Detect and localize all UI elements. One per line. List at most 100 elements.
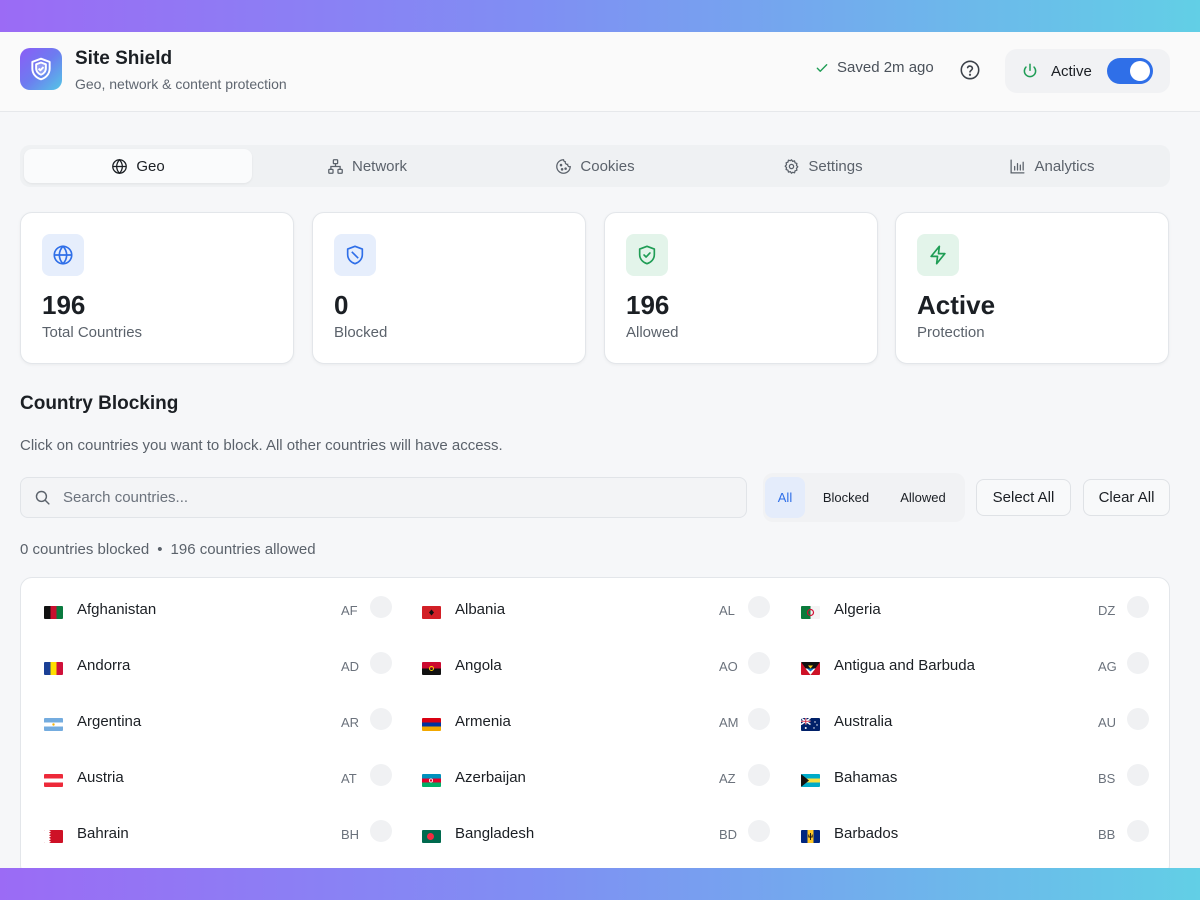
tab-settings[interactable]: Settings <box>709 149 937 183</box>
filter-all-button[interactable]: All <box>765 477 805 518</box>
country-item-at[interactable]: Austria AT <box>21 752 399 808</box>
lightning-icon <box>930 245 946 265</box>
flag-icon-bd <box>422 830 441 843</box>
stat-card-allowed: 196 Allowed <box>604 212 878 364</box>
select-all-button[interactable]: Select All <box>976 479 1071 516</box>
country-name: Bahamas <box>834 769 898 786</box>
block-checkbox[interactable] <box>748 596 770 618</box>
stat-label: Total Countries <box>42 324 143 341</box>
tab-label: Analytics <box>1034 157 1095 175</box>
country-item-bs[interactable]: Bahamas BS <box>778 752 1156 808</box>
country-name: Bahrain <box>77 825 129 842</box>
country-code: AM <box>719 715 739 730</box>
country-item-dz[interactable]: Algeria DZ <box>778 584 1156 640</box>
flag-icon-ad <box>44 662 63 675</box>
block-checkbox[interactable] <box>370 820 392 842</box>
flag-icon-ao <box>422 662 441 675</box>
count-separator: • <box>157 541 163 558</box>
flag-icon-dz <box>801 606 820 619</box>
filter-allowed-button[interactable]: Allowed <box>887 477 959 518</box>
search-input[interactable] <box>63 489 703 506</box>
flag-icon-am <box>422 718 441 731</box>
country-code: BS <box>1098 771 1116 786</box>
protection-toggle[interactable] <box>1107 58 1153 84</box>
save-status-text: Saved 2m ago <box>837 59 934 76</box>
block-checkbox[interactable] <box>748 764 770 786</box>
country-list: Afghanistan AF Albania AL Algeria DZ And… <box>20 577 1170 877</box>
country-item-au[interactable]: Australia AU <box>778 696 1156 752</box>
flag-icon-bh <box>44 830 63 843</box>
country-code: AO <box>719 659 738 674</box>
filter-blocked-button[interactable]: Blocked <box>809 477 883 518</box>
flag-icon-af <box>44 606 63 619</box>
globe-icon <box>112 158 128 174</box>
country-name: Barbados <box>834 825 899 842</box>
stat-icon-box <box>334 234 376 276</box>
tab-geo[interactable]: Geo <box>24 149 252 183</box>
country-item-am[interactable]: Armenia AM <box>399 696 777 752</box>
globe-icon <box>53 245 73 265</box>
clear-all-button[interactable]: Clear All <box>1083 479 1170 516</box>
status-label: Active <box>1051 62 1092 80</box>
country-name: Austria <box>77 769 124 786</box>
tab-analytics[interactable]: Analytics <box>938 149 1166 183</box>
block-checkbox[interactable] <box>748 820 770 842</box>
country-item-af[interactable]: Afghanistan AF <box>21 584 399 640</box>
filter-segmented-control: All Blocked Allowed <box>763 473 965 522</box>
blocked-count: 0 countries blocked <box>20 541 150 558</box>
country-item-ar[interactable]: Argentina AR <box>21 696 399 752</box>
save-status: Saved 2m ago <box>815 59 934 76</box>
cookie-icon <box>556 158 572 174</box>
country-counts: 0 countries blocked • 196 countries allowe… <box>20 541 316 558</box>
section-description: Click on countries you want to block. Al… <box>20 437 503 454</box>
country-item-ao[interactable]: Angola AO <box>399 640 777 696</box>
stat-icon-box <box>42 234 84 276</box>
app-header: Site Shield Geo, network & content prote… <box>0 32 1200 112</box>
app-logo <box>20 48 62 90</box>
stat-card-blocked: 0 Blocked <box>312 212 586 364</box>
country-name: Angola <box>455 657 502 674</box>
main-tabs: Geo Network Cookies Settings Analytics <box>20 145 1170 187</box>
block-checkbox[interactable] <box>1127 820 1149 842</box>
country-name: Algeria <box>834 601 881 618</box>
help-button[interactable] <box>959 59 981 81</box>
country-name: Australia <box>834 713 893 730</box>
country-item-al[interactable]: Albania AL <box>399 584 777 640</box>
country-item-bd[interactable]: Bangladesh BD <box>399 808 777 864</box>
country-item-bb[interactable]: Barbados BB <box>778 808 1156 864</box>
country-item-ad[interactable]: Andorra AD <box>21 640 399 696</box>
block-checkbox[interactable] <box>1127 764 1149 786</box>
tab-cookies[interactable]: Cookies <box>481 149 709 183</box>
flag-icon-at <box>44 774 63 787</box>
stat-value: 0 <box>334 290 349 320</box>
flag-icon-bb <box>801 830 820 843</box>
block-checkbox[interactable] <box>370 652 392 674</box>
block-checkbox[interactable] <box>370 708 392 730</box>
country-item-ag[interactable]: Antigua and Barbuda AG <box>778 640 1156 696</box>
stat-value: 196 <box>626 290 670 320</box>
country-code: BH <box>341 827 360 842</box>
block-checkbox[interactable] <box>748 708 770 730</box>
flag-icon-ar <box>44 718 63 731</box>
block-checkbox[interactable] <box>1127 652 1149 674</box>
block-checkbox[interactable] <box>370 596 392 618</box>
block-checkbox[interactable] <box>748 652 770 674</box>
country-item-az[interactable]: Azerbaijan AZ <box>399 752 777 808</box>
country-name: Afghanistan <box>77 601 157 618</box>
shield-logo-icon <box>31 57 51 81</box>
country-name: Azerbaijan <box>455 769 526 786</box>
block-checkbox[interactable] <box>1127 596 1149 618</box>
flag-icon-bs <box>801 774 820 787</box>
country-code: AZ <box>719 771 736 786</box>
tab-network[interactable]: Network <box>253 149 481 183</box>
country-item-bh[interactable]: Bahrain BH <box>21 808 399 864</box>
shield-off-icon <box>346 245 364 265</box>
country-code: DZ <box>1098 603 1116 618</box>
country-code: BD <box>719 827 738 842</box>
block-checkbox[interactable] <box>370 764 392 786</box>
block-checkbox[interactable] <box>1127 708 1149 730</box>
country-search <box>20 477 747 518</box>
flag-icon-au <box>801 718 820 731</box>
checkmark-icon <box>816 63 828 72</box>
country-name: Antigua and Barbuda <box>834 657 975 674</box>
